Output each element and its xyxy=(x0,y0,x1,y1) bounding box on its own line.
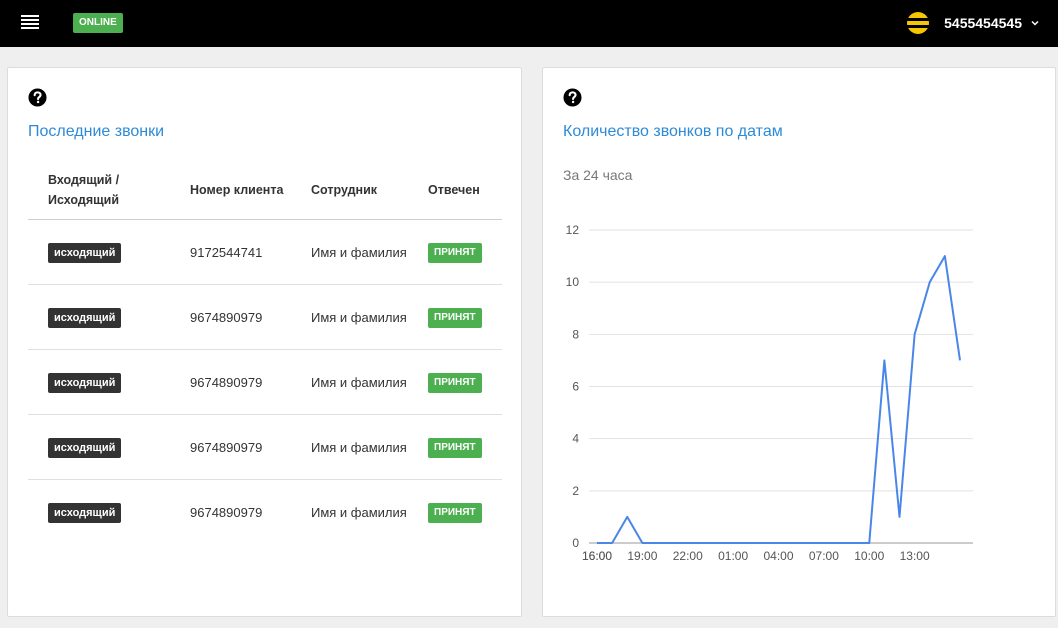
user-phone-number: 5455454545 xyxy=(944,15,1022,31)
status-badge: ПРИНЯТ xyxy=(428,242,482,263)
online-status-badge: ONLINE xyxy=(73,13,123,33)
calls-line-chart: 0 2 4 6 8 10 12 16:00 19:00 22:00 01:00 04:00 07:00 1… xyxy=(566,223,973,563)
client-number: 9674890979 xyxy=(190,374,263,390)
y-tick-label: 2 xyxy=(572,484,579,498)
y-tick-label: 6 xyxy=(572,380,579,394)
calls-by-date-card: Количество звонков по датам За 24 часа 0… xyxy=(542,67,1056,617)
beeline-logo-icon xyxy=(904,12,933,34)
employee-name: Имя и фамилия xyxy=(311,309,407,325)
x-tick-label: 01:00 xyxy=(718,549,748,563)
table-row[interactable]: исходящий 9674890979 Имя и фамилия ПРИНЯ… xyxy=(28,350,502,415)
direction-badge: исходящий xyxy=(48,502,122,523)
client-number: 9674890979 xyxy=(190,309,263,325)
table-row[interactable]: исходящий 9674890979 Имя и фамилия ПРИНЯ… xyxy=(28,415,502,480)
series-line xyxy=(597,255,961,544)
status-badge: ПРИНЯТ xyxy=(428,437,482,458)
column-header-client-number[interactable]: Номер клиента xyxy=(190,160,300,220)
client-number: 9674890979 xyxy=(190,504,263,520)
y-tick-label: 0 xyxy=(572,536,579,550)
column-header-answered[interactable]: Отвечен xyxy=(428,160,500,220)
x-tick-label: 10:00 xyxy=(854,549,884,563)
client-number: 9172544741 xyxy=(190,244,263,260)
x-tick-label: 16:00 xyxy=(582,549,612,563)
recent-calls-card: Последние звонки Входящий / Исходящий Но… xyxy=(7,67,522,617)
status-badge: ПРИНЯТ xyxy=(428,372,482,393)
y-tick-label: 10 xyxy=(566,275,580,289)
table-row[interactable]: исходящий 9674890979 Имя и фамилия ПРИНЯ… xyxy=(28,285,502,350)
employee-name: Имя и фамилия xyxy=(311,374,407,390)
y-tick-label: 4 xyxy=(572,432,579,446)
table-header: Входящий / Исходящий Номер клиента Сотру… xyxy=(28,160,502,220)
chevron-down-icon xyxy=(1031,20,1039,26)
x-tick-label: 22:00 xyxy=(673,549,703,563)
direction-badge: исходящий xyxy=(48,242,122,263)
direction-badge: исходящий xyxy=(48,307,122,328)
status-badge: ПРИНЯТ xyxy=(428,502,482,523)
employee-name: Имя и фамилия xyxy=(311,244,407,260)
recent-calls-table: Входящий / Исходящий Номер клиента Сотру… xyxy=(28,160,502,545)
column-header-direction[interactable]: Входящий / Исходящий xyxy=(48,160,178,220)
top-bar: ONLINE 5455454545 xyxy=(0,0,1058,47)
status-badge: ПРИНЯТ xyxy=(428,307,482,328)
y-tick-label: 12 xyxy=(566,223,580,237)
employee-name: Имя и фамилия xyxy=(311,439,407,455)
table-row[interactable]: исходящий 9172544741 Имя и фамилия ПРИНЯ… xyxy=(28,220,502,285)
table-row[interactable]: исходящий 9674890979 Имя и фамилия ПРИНЯ… xyxy=(28,480,502,545)
x-tick-label: 07:00 xyxy=(809,549,839,563)
help-icon[interactable] xyxy=(28,88,47,107)
x-tick-label: 19:00 xyxy=(627,549,657,563)
x-tick-label: 13:00 xyxy=(900,549,930,563)
direction-badge: исходящий xyxy=(48,372,122,393)
column-header-employee[interactable]: Сотрудник xyxy=(311,160,416,220)
recent-calls-title: Последние звонки xyxy=(28,123,165,140)
employee-name: Имя и фамилия xyxy=(311,504,407,520)
client-number: 9674890979 xyxy=(190,439,263,455)
menu-icon[interactable] xyxy=(21,15,39,30)
x-tick-label: 04:00 xyxy=(763,549,793,563)
user-account-menu[interactable]: 5455454545 xyxy=(904,11,1040,35)
direction-badge: исходящий xyxy=(48,437,122,458)
y-tick-label: 8 xyxy=(572,327,579,341)
